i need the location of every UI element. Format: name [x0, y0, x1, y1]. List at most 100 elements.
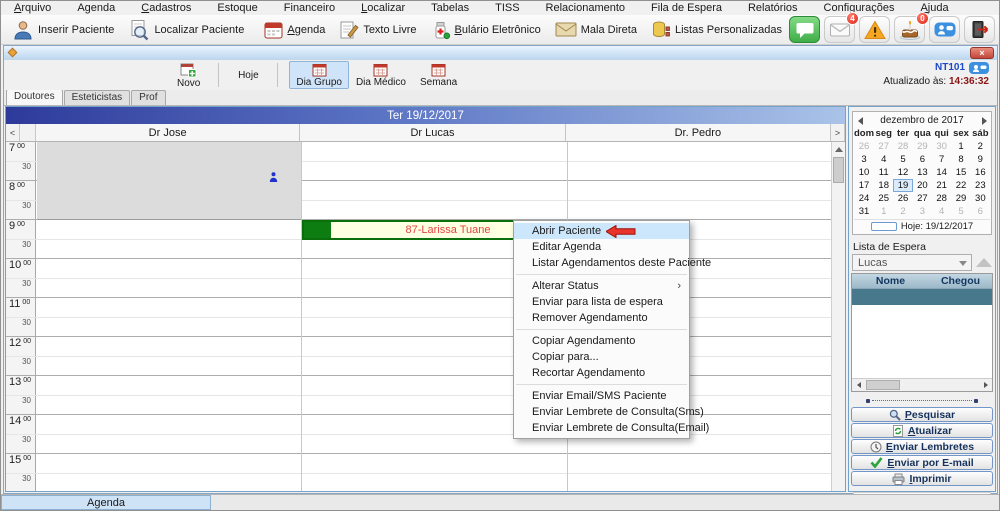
close-button[interactable]: ×: [970, 46, 994, 59]
scroll-thumb[interactable]: [866, 380, 900, 390]
enviar-por-e-mail-button[interactable]: Enviar por E-mail: [851, 455, 993, 470]
toolbar-listas-personalizadas-button[interactable]: Listas Personalizadas: [644, 17, 789, 43]
toolbar-texto-livre-button[interactable]: Texto Livre: [332, 17, 423, 43]
calendar-day[interactable]: 4: [932, 205, 951, 218]
toolbar-bulario-eletronico-button[interactable]: Bulário Eletrônico: [424, 17, 548, 43]
calendar-day[interactable]: 10: [854, 166, 874, 179]
calendar-day[interactable]: 3: [913, 205, 932, 218]
tab-doutores[interactable]: Doutores: [6, 89, 63, 105]
calendar-day[interactable]: 30: [971, 192, 990, 205]
toolbar-agenda-button[interactable]: Agenda: [257, 17, 332, 43]
menu-ajuda[interactable]: Ajuda: [907, 2, 961, 14]
calendar-day[interactable]: 14: [932, 166, 951, 179]
menu-arquivo[interactable]: Arquivo: [1, 2, 64, 14]
calendar-day[interactable]: 22: [951, 179, 970, 192]
calendar-day[interactable]: 5: [951, 205, 970, 218]
enviar-lembretes-button[interactable]: Enviar Lembretes: [851, 439, 993, 454]
calendar-day[interactable]: 20: [913, 179, 932, 192]
calendar-day[interactable]: 1: [874, 205, 893, 218]
calendar-day[interactable]: 18: [874, 179, 893, 192]
calendar-day[interactable]: 11: [874, 166, 893, 179]
calendar-day[interactable]: 28: [893, 140, 912, 153]
calendar-day[interactable]: 30: [932, 140, 951, 153]
horizontal-scrollbar[interactable]: [852, 378, 992, 391]
calendar-day[interactable]: 17: [854, 179, 874, 192]
calendar-day[interactable]: 15: [951, 166, 970, 179]
calendar-day[interactable]: 23: [971, 179, 990, 192]
calendar-day[interactable]: 29: [913, 140, 932, 153]
calendar-day[interactable]: 13: [913, 166, 932, 179]
view-button-dia-grupo[interactable]: Dia Grupo: [289, 61, 349, 89]
toolbar-mala-direta-button[interactable]: Mala Direta: [548, 17, 644, 43]
calendar-day[interactable]: 9: [971, 153, 990, 166]
calendar-day[interactable]: 29: [951, 192, 970, 205]
menu-configuracoes[interactable]: Configurações: [811, 2, 908, 14]
scroll-thumb[interactable]: [833, 157, 844, 183]
calendar-day[interactable]: 6: [913, 153, 932, 166]
birthday-button[interactable]: 0: [894, 12, 929, 43]
calendar-day[interactable]: 16: [971, 166, 990, 179]
calendar-day[interactable]: 4: [874, 153, 893, 166]
menu-item-enviar-lembrete-de-consulta-sms[interactable]: Enviar Lembrete de Consulta(Sms): [514, 404, 704, 420]
calendar-day[interactable]: 2: [971, 140, 990, 153]
calendar-day[interactable]: 5: [893, 153, 912, 166]
menu-item-editar-agenda[interactable]: Editar Agenda: [514, 239, 689, 255]
menu-item-recortar-agendamento[interactable]: Recortar Agendamento: [514, 365, 689, 381]
calendar-day[interactable]: 25: [874, 192, 893, 205]
calendar-day-selected[interactable]: 19: [893, 179, 913, 192]
atualizar-button[interactable]: Atualizar: [851, 423, 993, 438]
contacts-mini-icon[interactable]: [969, 62, 989, 74]
calendar-day[interactable]: 7: [932, 153, 951, 166]
menu-localizar[interactable]: Localizar: [348, 2, 418, 14]
calendar-day[interactable]: 21: [932, 179, 951, 192]
vertical-scrollbar[interactable]: [831, 142, 845, 491]
calendar-day[interactable]: 24: [854, 192, 874, 205]
menu-cadastros[interactable]: Cadastros: [128, 2, 204, 14]
imprimir-button[interactable]: Imprimir: [851, 471, 993, 486]
tab-prof[interactable]: Prof: [131, 90, 166, 105]
toolbar-inserir-paciente-button[interactable]: Inserir Paciente: [5, 17, 121, 43]
view-button-novo[interactable]: Novo: [170, 61, 207, 89]
calendar-day[interactable]: 8: [951, 153, 970, 166]
menu-item-copiar-para[interactable]: Copiar para...: [514, 349, 689, 365]
next-month-button[interactable]: [978, 116, 990, 125]
contacts-button[interactable]: [929, 16, 960, 43]
prev-column-button[interactable]: <: [6, 124, 20, 141]
calendar-day[interactable]: 28: [932, 192, 951, 205]
waiting-list-table[interactable]: Nome Chegou: [851, 273, 993, 392]
calendar-day[interactable]: 2: [893, 205, 912, 218]
scroll-right-button[interactable]: [979, 379, 992, 391]
tab-esteticistas[interactable]: Esteticistas: [63, 90, 131, 105]
menu-item-remover-agendamento[interactable]: Remover Agendamento: [514, 310, 689, 326]
calendar-day[interactable]: 3: [854, 153, 874, 166]
calendar-day[interactable]: 26: [854, 140, 874, 153]
calendar-day[interactable]: 1: [951, 140, 970, 153]
menu-fila-de-espera[interactable]: Fila de Espera: [638, 2, 735, 14]
calendar-day[interactable]: 31: [854, 205, 874, 218]
menu-agenda[interactable]: Agenda: [64, 2, 128, 14]
menu-tiss[interactable]: TISS: [482, 2, 532, 14]
taskbar-tab-agenda[interactable]: Agenda: [1, 495, 211, 510]
prev-month-button[interactable]: [854, 116, 866, 125]
chat-button[interactable]: [789, 16, 820, 43]
splitter-handle[interactable]: [866, 397, 978, 404]
calendar-day[interactable]: 6: [971, 205, 990, 218]
view-button-dia-medico[interactable]: Dia Médico: [349, 61, 413, 89]
waiting-list-select[interactable]: Lucas: [852, 254, 972, 271]
menu-item-abrir-paciente[interactable]: Abrir Paciente: [514, 223, 689, 239]
view-button-semana[interactable]: Semana: [413, 61, 464, 89]
alert-button[interactable]: [859, 16, 890, 43]
calendar-day[interactable]: 12: [893, 166, 912, 179]
menu-item-listar-agendamentos-deste-paciente[interactable]: Listar Agendamentos deste Paciente: [514, 255, 711, 271]
menu-relatorios[interactable]: Relatórios: [735, 2, 811, 14]
menu-relacionamento[interactable]: Relacionamento: [533, 2, 639, 14]
next-column-button[interactable]: >: [831, 124, 845, 141]
pesquisar-button[interactable]: Pesquisar: [851, 407, 993, 422]
scroll-up-button[interactable]: [832, 142, 845, 156]
calendar-day[interactable]: 27: [874, 140, 893, 153]
scroll-left-button[interactable]: [852, 379, 865, 391]
collapse-panel-triangle[interactable]: [976, 258, 992, 267]
menu-tabelas[interactable]: Tabelas: [418, 2, 482, 14]
menu-financeiro[interactable]: Financeiro: [271, 2, 348, 14]
view-button-hoje[interactable]: Hoje: [230, 61, 266, 89]
